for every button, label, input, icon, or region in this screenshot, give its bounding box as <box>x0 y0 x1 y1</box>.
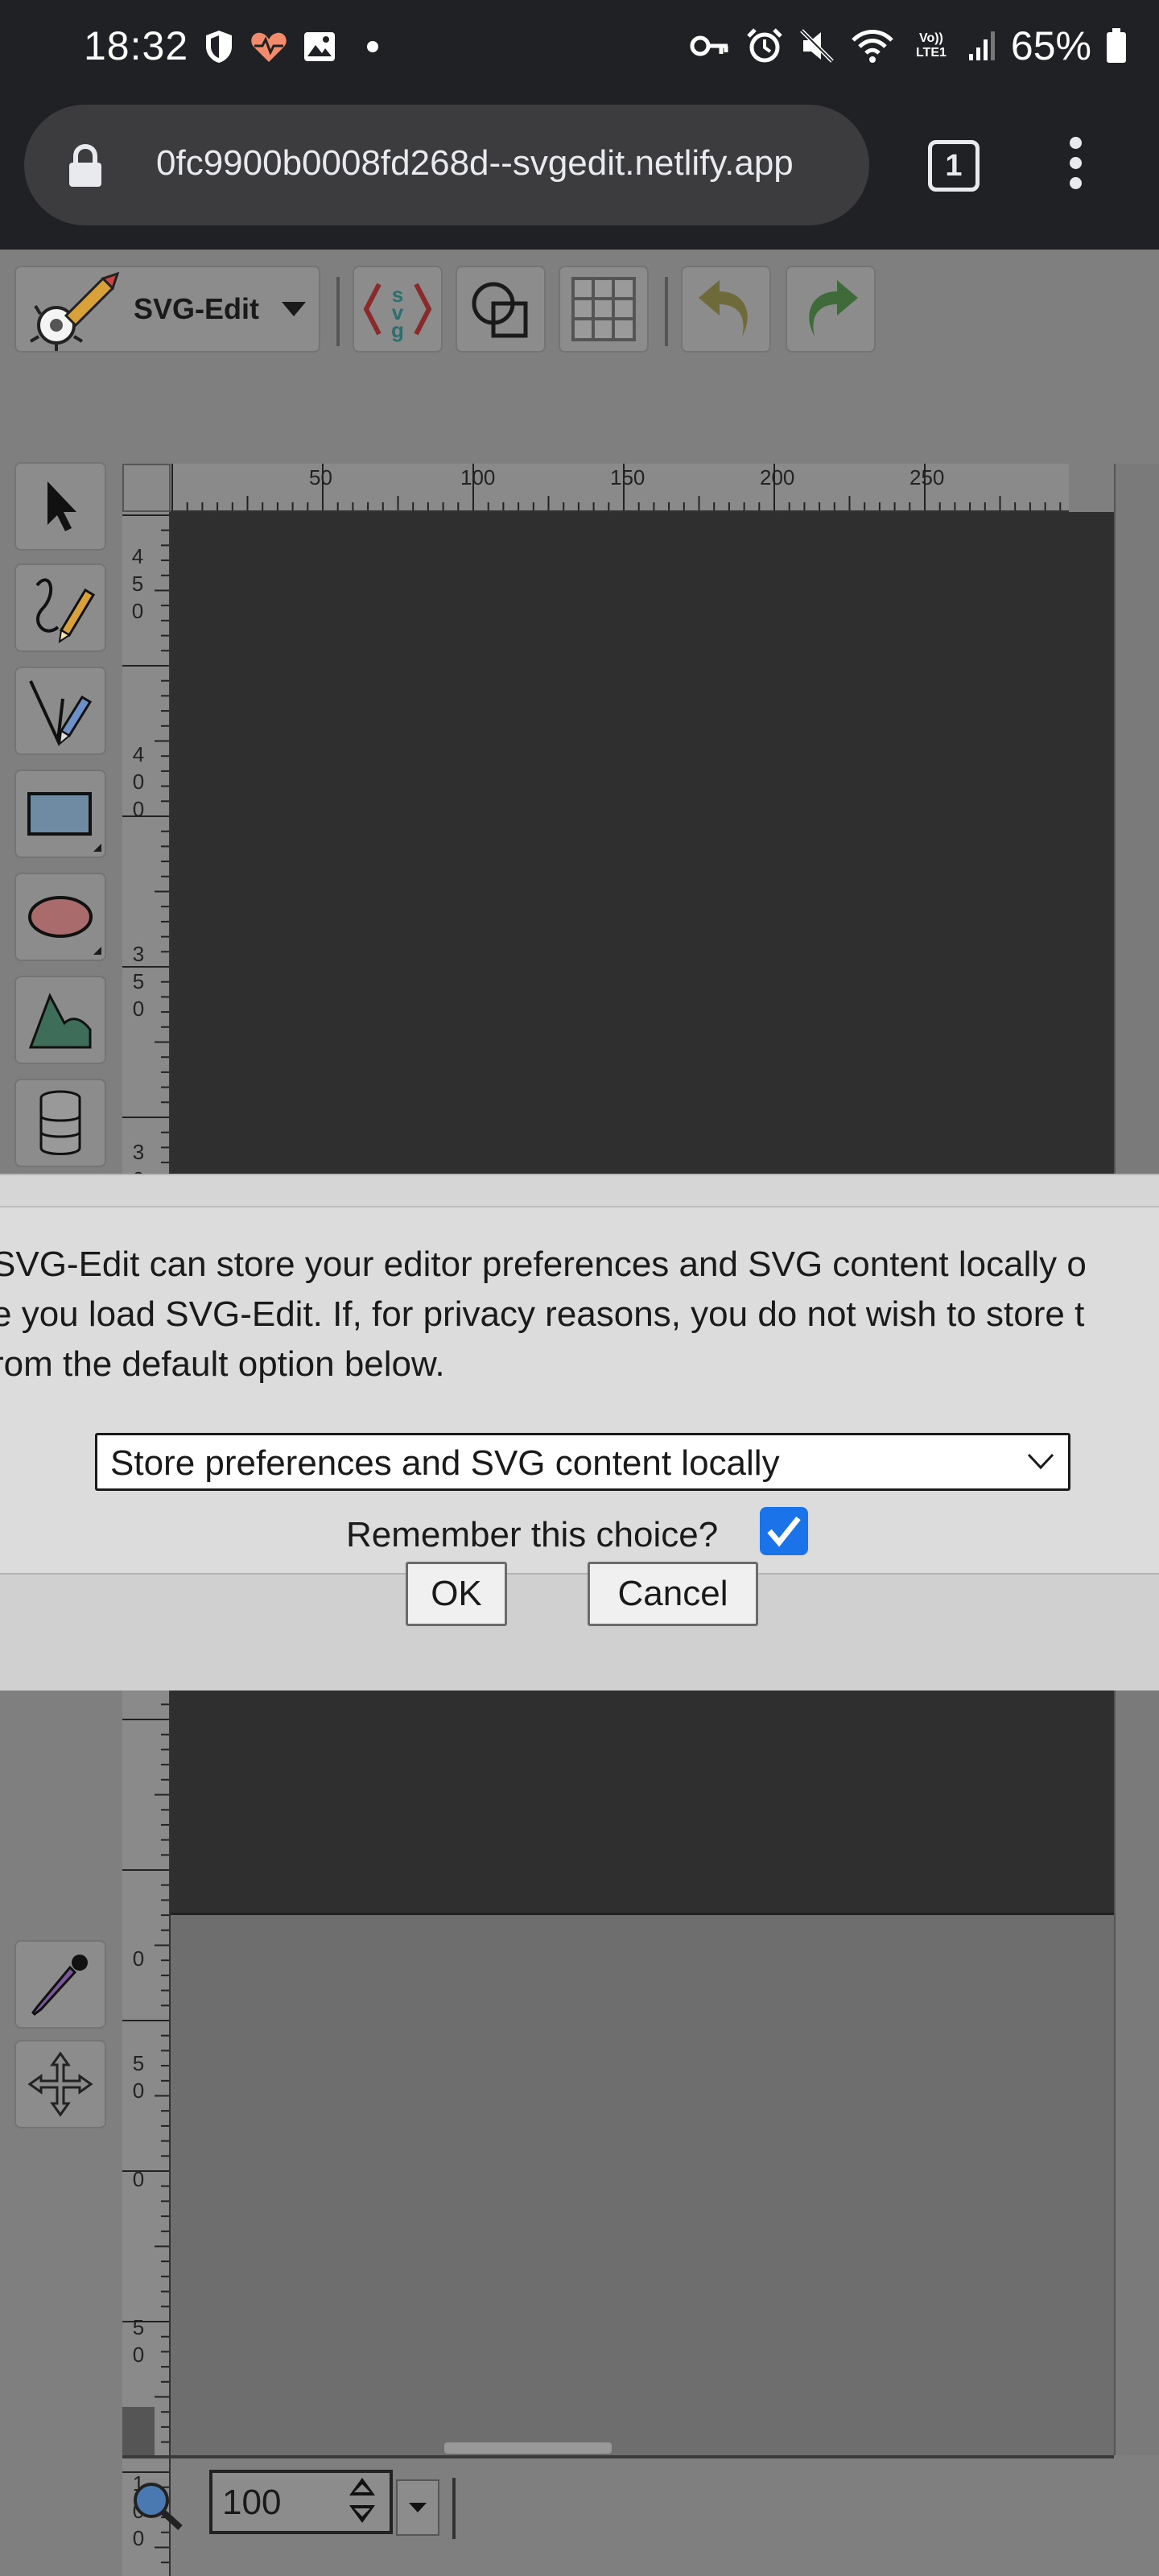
rect-icon <box>27 792 92 836</box>
storage-option-selected: Store preferences and SVG content locall… <box>110 1443 780 1483</box>
cancel-button[interactable]: Cancel <box>588 1562 758 1626</box>
undo-button[interactable] <box>681 266 771 353</box>
ruler-tick-label: 50 <box>309 465 332 489</box>
select-tool-button[interactable] <box>14 462 106 551</box>
ellipse-tool-button[interactable] <box>14 873 106 961</box>
ruler-tick-label: 50 <box>126 2051 151 2106</box>
image-tool-button[interactable] <box>14 1079 106 1167</box>
browser-toolbar: 0fc9900b0008fd268d--svgedit.netlify.app … <box>0 98 1159 250</box>
ruler-tick-label: 100 <box>460 465 496 489</box>
status-bar: 18:32 Vo)) LTE1 65% <box>0 0 1159 98</box>
shape-icon <box>28 993 92 1049</box>
url-text[interactable]: 0fc9900b0008fd268d--svgedit.netlify.app <box>156 143 872 188</box>
shape-tool-button[interactable] <box>14 976 106 1064</box>
image-tool-icon <box>39 1090 81 1155</box>
ruler-tick-label: 0 <box>126 2167 151 2191</box>
remember-choice-label: Remember this choice? <box>346 1515 719 1554</box>
key-icon <box>690 35 728 56</box>
horizontal-scrollbar-thumb[interactable] <box>444 2442 612 2454</box>
dialog-message-line: e you load SVG-Edit. If, for privacy rea… <box>0 1294 1085 1334</box>
toolbar-divider <box>452 2478 456 2539</box>
top-toolbar: SVG-Edit s v g <box>0 250 1159 362</box>
image-icon <box>304 32 335 61</box>
status-time: 18:32 <box>84 23 189 68</box>
ruler-tick-label: 200 <box>760 465 795 489</box>
ok-button[interactable]: OK <box>406 1562 507 1626</box>
rect-tool-button[interactable] <box>14 770 106 858</box>
svgedit-logo-icon <box>29 271 119 351</box>
ruler-tick-label: 50 <box>126 2315 151 2370</box>
wifi-icon <box>852 30 893 63</box>
path-icon <box>29 680 93 747</box>
checkmark-icon <box>767 1516 801 1547</box>
remember-choice-row: Remember this choice? <box>0 1501 1159 1565</box>
storage-preferences-dialog: SVG-Edit can store your editor preferenc… <box>0 1174 1159 1690</box>
storage-option-select[interactable]: Store preferences and SVG content locall… <box>95 1433 1070 1491</box>
wireframe-icon <box>472 282 528 338</box>
horizontal-ruler: 50 100 150 200 250 <box>171 464 1069 512</box>
pan-tool-button[interactable] <box>14 2040 106 2128</box>
battery-percent: 65% <box>1010 23 1091 68</box>
toolbar-divider <box>665 277 668 346</box>
caret-down-icon <box>409 2503 427 2512</box>
main-menu-label: SVG-Edit <box>134 292 260 325</box>
select-icon <box>47 481 76 531</box>
pencil-icon <box>35 578 95 644</box>
ellipse-icon <box>28 896 93 938</box>
main-menu-button[interactable]: SVG-Edit <box>14 266 320 353</box>
pencil-tool-button[interactable] <box>14 564 106 652</box>
flyout-indicator <box>93 844 101 852</box>
mute-icon <box>800 29 834 63</box>
ruler-tick-label: 250 <box>909 465 945 489</box>
battery-icon <box>1107 28 1126 63</box>
dialog-footer <box>0 1573 1159 1690</box>
tab-switcher-button[interactable]: 1 <box>928 140 980 192</box>
lock-icon <box>69 143 101 187</box>
grid-button[interactable] <box>559 266 649 353</box>
ruler-tick-label: 450 <box>126 544 150 626</box>
dialog-header-strip <box>0 1175 1159 1208</box>
browser-menu-button[interactable] <box>1062 137 1088 201</box>
zoom-icon <box>134 2483 183 2530</box>
ruler-bottom-corner <box>122 2407 155 2455</box>
svg-source-icon: s v g <box>363 283 432 342</box>
dialog-message: SVG-Edit can store your editor preferenc… <box>0 1240 1159 1389</box>
eyedropper-icon <box>31 1955 88 2016</box>
zoom-dropdown-button[interactable] <box>396 2479 439 2536</box>
ruler-tick-label: 350 <box>126 942 151 1024</box>
pan-icon <box>27 2051 93 2117</box>
redo-icon <box>809 280 858 336</box>
svg-source-button[interactable]: s v g <box>353 266 443 353</box>
toolbar-divider <box>336 277 340 346</box>
zoom-spinner-icon[interactable] <box>344 2473 380 2529</box>
dialog-message-line: rom the default option below. <box>0 1344 445 1384</box>
ruler-tick-label: 150 <box>610 465 645 489</box>
grid-icon <box>571 277 636 341</box>
workarea-border <box>122 2455 1114 2458</box>
ruler-corner <box>122 464 171 512</box>
drawing-canvas[interactable] <box>171 1913 1114 2455</box>
path-tool-button[interactable] <box>14 667 106 755</box>
dot-icon <box>367 41 378 52</box>
wireframe-button[interactable] <box>456 266 546 353</box>
chevron-down-icon <box>1027 1453 1054 1470</box>
volte-icon: Vo)) LTE1 <box>915 31 947 60</box>
shield-icon <box>206 31 232 63</box>
undo-icon <box>699 280 748 336</box>
heart-rate-icon <box>251 32 287 62</box>
caret-down-icon <box>282 302 307 316</box>
alarm-icon <box>747 28 782 63</box>
ruler-tick-label: 400 <box>126 742 151 824</box>
address-bar[interactable]: 0fc9900b0008fd268d--svgedit.netlify.app <box>24 105 869 225</box>
ruler-tick-label: 0 <box>126 1946 151 1971</box>
dialog-message-line: SVG-Edit can store your editor preferenc… <box>0 1245 1087 1284</box>
remember-choice-checkbox[interactable] <box>760 1507 808 1555</box>
svg-text:g: g <box>391 318 404 342</box>
signal-icon <box>968 31 995 60</box>
redo-button[interactable] <box>786 266 876 353</box>
flyout-indicator <box>93 947 101 955</box>
eyedropper-tool-button[interactable] <box>14 1940 106 2029</box>
